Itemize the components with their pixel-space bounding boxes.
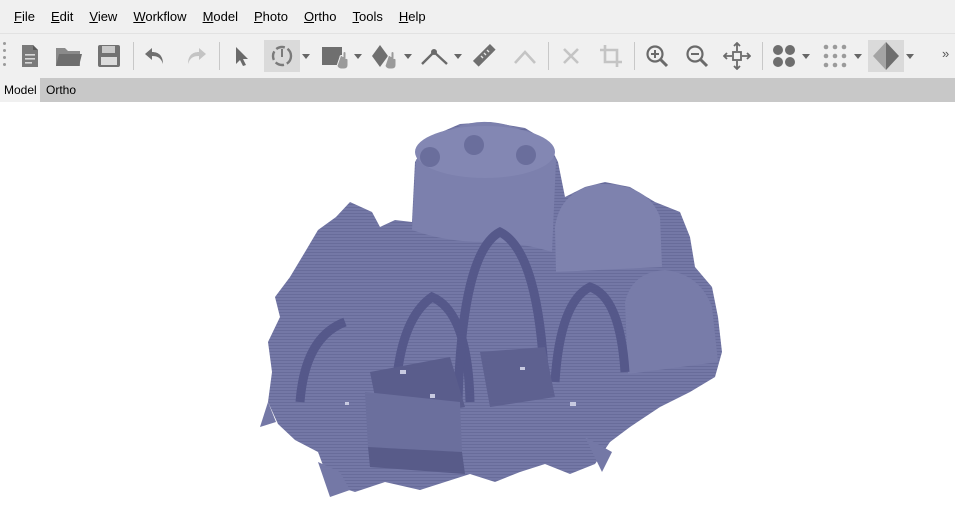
select-pointer-icon[interactable] [226,40,256,72]
undo-icon[interactable] [140,40,170,72]
toolbar-separator [219,42,220,70]
chevron-down-icon[interactable] [852,40,864,72]
chevron-down-icon[interactable] [904,40,916,72]
draw-polyline-icon[interactable] [510,40,540,72]
menu-ortho[interactable]: Ortho [296,0,345,33]
rotate-object-icon[interactable] [264,40,300,72]
dense-cloud-icon[interactable] [818,40,852,72]
menu-view[interactable]: View [81,0,125,33]
menu-model[interactable]: Model [195,0,246,33]
tab-model[interactable]: Model [0,78,40,102]
menu-edit[interactable]: Edit [43,0,81,33]
reset-view-icon[interactable] [722,40,752,72]
toolbar-grip[interactable] [3,42,7,70]
new-document-icon[interactable] [16,40,44,72]
open-folder-icon[interactable] [54,40,84,72]
toolbar-separator [548,42,549,70]
point-cloud-icon[interactable] [768,40,800,72]
ruler-line-icon[interactable] [418,40,452,72]
toolbar-separator [634,42,635,70]
toolbar-separator [133,42,134,70]
rectangle-selection-icon[interactable] [318,40,352,72]
chevron-down-icon[interactable] [402,40,414,72]
delete-icon[interactable] [556,40,586,72]
crop-icon[interactable] [596,40,626,72]
toolbar-separator [762,42,763,70]
main-toolbar: » [0,33,955,78]
redo-icon[interactable] [181,40,211,72]
menu-bar: File Edit View Workflow Model Photo Orth… [0,0,955,33]
chevron-down-icon[interactable] [452,40,464,72]
shape-selection-icon[interactable] [368,40,402,72]
zoom-in-icon[interactable] [642,40,672,72]
menu-tools[interactable]: Tools [345,0,391,33]
3d-model-render [260,121,722,497]
zoom-out-icon[interactable] [682,40,712,72]
save-icon[interactable] [95,40,123,72]
model-viewport[interactable] [0,102,955,511]
menu-help[interactable]: Help [391,0,434,33]
menu-workflow[interactable]: Workflow [125,0,194,33]
chevron-down-icon[interactable] [352,40,364,72]
menu-photo[interactable]: Photo [246,0,296,33]
chevron-down-icon[interactable] [800,40,812,72]
ruler-icon[interactable] [470,40,500,72]
tab-ortho[interactable]: Ortho [42,78,80,102]
model-shaded-icon[interactable] [868,40,904,72]
chevron-down-icon[interactable] [300,40,312,72]
view-tab-bar: Model Ortho [0,78,955,102]
menu-file[interactable]: File [6,0,43,33]
toolbar-overflow-button[interactable]: » [942,46,949,61]
